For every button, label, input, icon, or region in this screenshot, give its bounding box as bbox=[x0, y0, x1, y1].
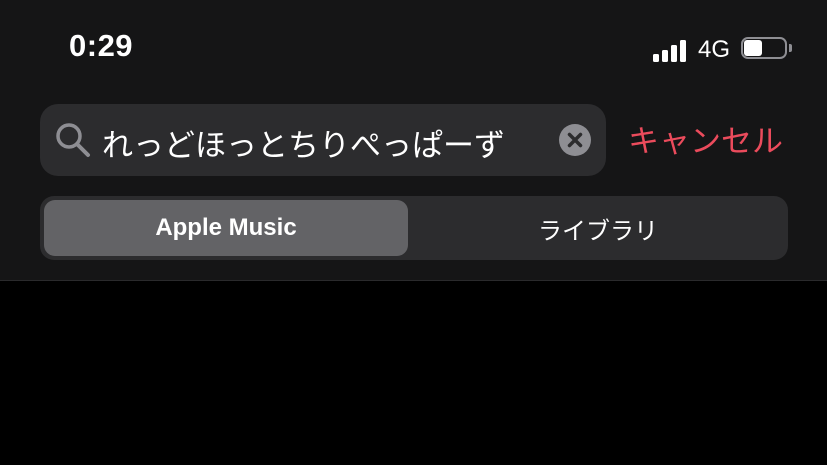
clear-icon[interactable] bbox=[559, 124, 591, 156]
search-query-text[interactable]: れっどほっとちりぺっぱーず bbox=[102, 120, 505, 165]
clear-search-button[interactable] bbox=[559, 124, 591, 156]
cancel-button[interactable]: キャンセル bbox=[628, 116, 783, 161]
search-scope-segmented-control: Apple Music ライブラリ bbox=[40, 196, 788, 260]
search-input[interactable]: れっどほっとちりぺっぱーず bbox=[40, 104, 606, 176]
search-header: 0:29 4G れっどほっとちりぺっぱーず キャンセル Apple Music … bbox=[0, 0, 827, 281]
segment-library[interactable]: ライブラリ bbox=[412, 200, 784, 256]
battery-fill bbox=[744, 40, 762, 56]
network-type: 4G bbox=[698, 36, 731, 63]
status-time: 0:29 bbox=[69, 28, 134, 63]
search-icon bbox=[56, 123, 90, 157]
battery-icon bbox=[741, 37, 792, 61]
segment-apple-music[interactable]: Apple Music bbox=[44, 200, 408, 256]
cellular-signal-icon bbox=[653, 38, 691, 62]
search-screen: 0:29 4G れっどほっとちりぺっぱーず キャンセル Apple Music … bbox=[0, 0, 827, 465]
